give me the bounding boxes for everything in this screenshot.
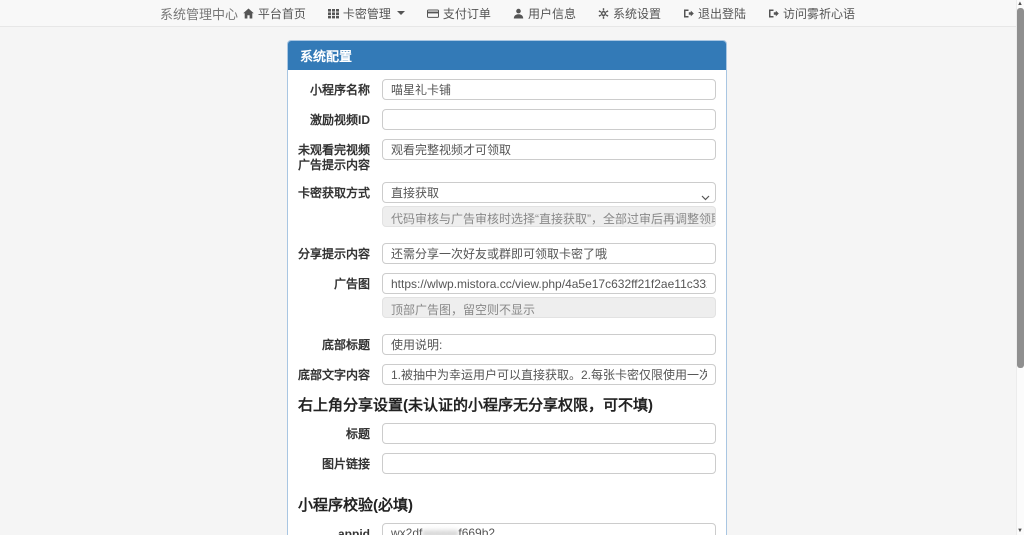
form-row: 未观看完视频广告提示内容: [298, 139, 716, 173]
appid-value-hidden: xxxxxx: [422, 526, 458, 535]
form-row: 图片链接: [298, 453, 716, 474]
scroll-down-icon[interactable]: ▼: [1016, 527, 1024, 535]
sign-out-icon: [768, 8, 779, 19]
mini-name-label: 小程序名称: [298, 79, 370, 100]
nav-item-visit-site[interactable]: 访问雾祈心语: [768, 5, 855, 22]
footer-title-label: 底部标题: [298, 334, 370, 355]
form-row: 分享提示内容: [298, 243, 716, 264]
appid-input[interactable]: wx2dfxxxxxxf669b2: [382, 523, 716, 535]
nav-item-platform-home[interactable]: 平台首页: [243, 5, 306, 22]
user-icon: [513, 8, 524, 19]
share-section-title: 右上角分享设置(未认证的小程序无分享权限，可不填): [298, 394, 716, 415]
verify-section-title: 小程序校验(必填): [298, 494, 716, 515]
nav-item-user-info[interactable]: 用户信息: [513, 5, 576, 22]
share-title-input[interactable]: [382, 423, 716, 444]
nav-item-label: 访问雾祈心语: [783, 5, 855, 22]
system-config-form: 小程序名称 激励视频ID 未观看完视频广告提示内容 卡密获取方式 直接获取 代码…: [288, 70, 726, 535]
footer-text-input[interactable]: [382, 364, 716, 385]
nav-item-system-settings[interactable]: 系统设置: [598, 5, 661, 22]
form-row: 标题: [298, 423, 716, 444]
share-tip-input[interactable]: [382, 243, 716, 264]
form-row: 底部标题: [298, 334, 716, 355]
nav-item-label: 卡密管理: [343, 5, 391, 22]
reward-video-id-input[interactable]: [382, 109, 716, 130]
unwatched-tip-label: 未观看完视频广告提示内容: [298, 139, 370, 173]
appid-value-prefix: wx2df: [391, 526, 422, 535]
nav-menu: 平台首页 卡密管理 支付订单 用户信息 系统设置 退出登陆 访问雾祈心语: [243, 5, 855, 22]
share-image-label: 图片链接: [298, 453, 370, 474]
footer-title-input[interactable]: [382, 334, 716, 355]
reward-video-id-label: 激励视频ID: [298, 109, 370, 130]
appid-value-suffix: f669b2: [458, 526, 495, 535]
nav-item-label: 平台首页: [258, 5, 306, 22]
panel-title: 系统配置: [288, 41, 726, 70]
share-tip-label: 分享提示内容: [298, 243, 370, 264]
system-config-panel: 系统配置 小程序名称 激励视频ID 未观看完视频广告提示内容 卡密获取方式 直接…: [287, 40, 727, 535]
sign-out-icon: [683, 8, 694, 19]
app-title: 系统管理中心: [160, 4, 238, 23]
grid-icon: [328, 8, 339, 19]
nav-item-label: 退出登陆: [698, 5, 746, 22]
form-row: 小程序名称: [298, 79, 716, 100]
form-row: appid wx2dfxxxxxxf669b2: [298, 523, 716, 535]
form-row: 卡密获取方式 直接获取 代码审核与广告审核时选择“直接获取”，全部过审后再调整领…: [298, 182, 716, 227]
nav-item-logout[interactable]: 退出登陆: [683, 5, 746, 22]
chevron-down-icon: [397, 11, 405, 15]
home-icon: [243, 8, 254, 19]
nav-item-pay-orders[interactable]: 支付订单: [427, 5, 491, 22]
top-navbar: 系统管理中心 平台首页 卡密管理 支付订单 用户信息 系统设置 退出登陆: [0, 0, 1024, 27]
ad-image-label: 广告图: [298, 273, 370, 318]
card-mode-select[interactable]: 直接获取: [382, 182, 716, 203]
credit-card-icon: [427, 8, 439, 19]
scroll-up-icon[interactable]: ▲: [1016, 0, 1024, 8]
scrollbar-thumb[interactable]: [1017, 8, 1024, 368]
nav-item-label: 系统设置: [613, 5, 661, 22]
form-row: 广告图 顶部广告图，留空则不显示: [298, 273, 716, 318]
ad-image-input[interactable]: [382, 273, 716, 294]
share-image-input[interactable]: [382, 453, 716, 474]
form-row: 激励视频ID: [298, 109, 716, 130]
unwatched-tip-input[interactable]: [382, 139, 716, 160]
nav-item-label: 支付订单: [443, 5, 491, 22]
gear-icon: [598, 8, 609, 19]
form-row: 底部文字内容: [298, 364, 716, 385]
footer-text-label: 底部文字内容: [298, 364, 370, 385]
mini-name-input[interactable]: [382, 79, 716, 100]
card-mode-label: 卡密获取方式: [298, 182, 370, 227]
appid-label: appid: [298, 523, 370, 535]
nav-item-label: 用户信息: [528, 5, 576, 22]
share-title-label: 标题: [298, 423, 370, 444]
page-scrollbar[interactable]: ▲ ▼: [1016, 0, 1024, 535]
card-mode-help-text: 代码审核与广告审核时选择“直接获取”，全部过审后再调整领取方式！: [382, 206, 716, 227]
ad-image-help-text: 顶部广告图，留空则不显示: [382, 297, 716, 318]
nav-item-card-manage[interactable]: 卡密管理: [328, 5, 405, 22]
